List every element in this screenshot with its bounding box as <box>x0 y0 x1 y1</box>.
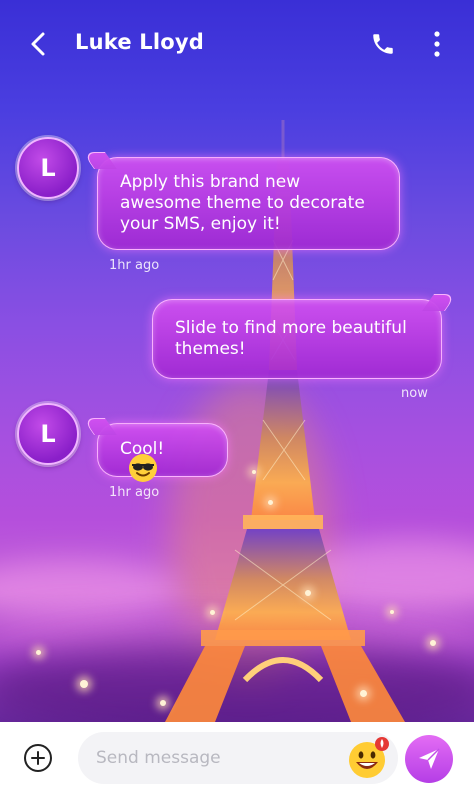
chat-screen: Luke Lloyd L Apply this brand new awesom… <box>0 0 474 796</box>
back-arrow-icon[interactable] <box>26 30 52 58</box>
send-button[interactable] <box>405 735 453 783</box>
sunglasses-emoji-icon <box>129 453 157 482</box>
plus-circle-icon[interactable] <box>23 743 53 773</box>
message-text: Apply this brand new awesome theme to de… <box>120 172 365 234</box>
incoming-message-bubble[interactable]: Cool! <box>82 418 228 482</box>
message-timestamp: now <box>401 386 428 401</box>
contact-avatar[interactable]: L <box>17 403 79 465</box>
more-vertical-icon[interactable] <box>427 30 447 58</box>
contact-avatar[interactable]: L <box>17 137 79 199</box>
message-composer <box>0 722 474 796</box>
incoming-message-bubble[interactable]: Apply this brand new awesome theme to de… <box>82 152 400 250</box>
phone-icon[interactable] <box>370 31 396 57</box>
message-timestamp: 1hr ago <box>109 485 160 500</box>
message-timestamp: 1hr ago <box>109 258 160 273</box>
message-text: Slide to find more beautiful themes! <box>175 318 407 359</box>
outgoing-message-bubble[interactable]: Slide to find more beautiful themes! <box>152 294 457 379</box>
grinning-emoji-icon[interactable] <box>346 736 390 780</box>
chat-header: Luke Lloyd <box>0 0 474 88</box>
contact-name: Luke Lloyd <box>75 30 205 54</box>
send-icon <box>419 748 440 769</box>
